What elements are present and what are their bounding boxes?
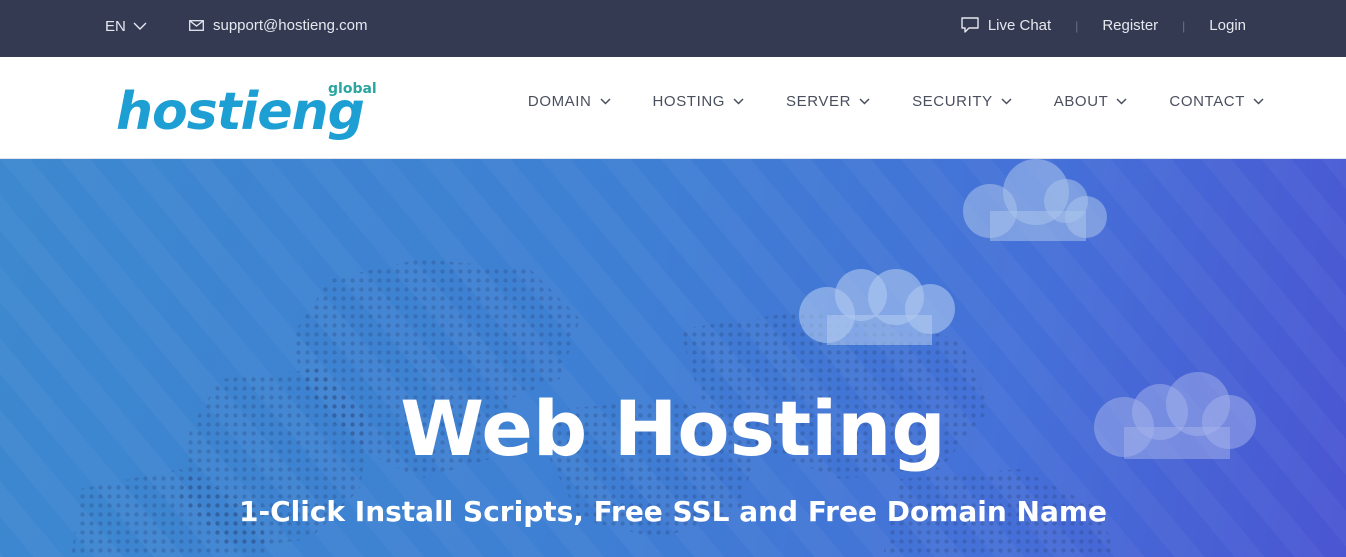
hostieng-logo[interactable]: hostieng global [116, 77, 377, 149]
divider: | [1182, 18, 1186, 33]
chevron-down-icon [1253, 98, 1264, 105]
main-navbar: hostieng global DOMAIN HOSTING SERVER SE… [0, 57, 1346, 159]
logo-tag: global [328, 81, 376, 97]
nav-item-hosting[interactable]: HOSTING [653, 93, 745, 110]
hero-title: Web Hosting [400, 384, 946, 473]
register-label: Register [1102, 17, 1159, 34]
nav-item-label: DOMAIN [527, 93, 592, 110]
register-link[interactable]: Register [1102, 17, 1158, 34]
chevron-down-icon [133, 22, 147, 30]
divider: | [1075, 18, 1079, 33]
nav-item-label: SECURITY [912, 93, 993, 110]
chevron-down-icon [859, 98, 870, 105]
support-email: support@hostieng.com [213, 17, 368, 34]
nav-item-label: HOSTING [652, 93, 726, 110]
chevron-down-icon [1116, 98, 1127, 105]
nav-item-label: SERVER [786, 93, 852, 110]
chat-bubble-icon [961, 17, 979, 33]
nav-item-security[interactable]: SECURITY [912, 93, 1012, 110]
nav-item-label: CONTACT [1169, 93, 1245, 110]
support-email-link[interactable]: support@hostieng.com [189, 17, 367, 34]
cloud-decoration [963, 159, 1107, 241]
live-chat-label: Live Chat [987, 17, 1052, 34]
hero-subtitle: 1-Click Install Scripts, Free SSL and Fr… [238, 495, 1108, 528]
envelope-icon [189, 20, 204, 31]
chevron-down-icon [733, 98, 744, 105]
chevron-down-icon [1001, 98, 1012, 105]
language-label: EN [105, 18, 126, 35]
nav-item-contact[interactable]: CONTACT [1169, 93, 1264, 110]
top-bar-links: Live Chat | Register | Login [961, 17, 1246, 34]
nav-item-about[interactable]: ABOUT [1054, 93, 1128, 110]
live-chat-link[interactable]: Live Chat [961, 17, 1051, 34]
nav-item-label: ABOUT [1053, 93, 1109, 110]
logo-wordmark: hostieng [116, 82, 364, 142]
language-selector[interactable]: EN [105, 18, 147, 35]
nav-menu: DOMAIN HOSTING SERVER SECURITY ABOUT CON… [528, 93, 1264, 110]
chevron-down-icon [599, 98, 611, 105]
cloud-decoration [799, 269, 955, 345]
hero-banner: Web Hosting 1-Click Install Scripts, Fre… [0, 159, 1346, 557]
login-link[interactable]: Login [1209, 17, 1246, 34]
logo-image: hostieng global [116, 81, 377, 142]
top-bar: EN support@hostieng.com Live Chat | Regi… [0, 0, 1346, 57]
nav-item-domain[interactable]: DOMAIN [528, 93, 611, 110]
login-label: Login [1209, 17, 1246, 34]
nav-item-server[interactable]: SERVER [786, 93, 870, 110]
